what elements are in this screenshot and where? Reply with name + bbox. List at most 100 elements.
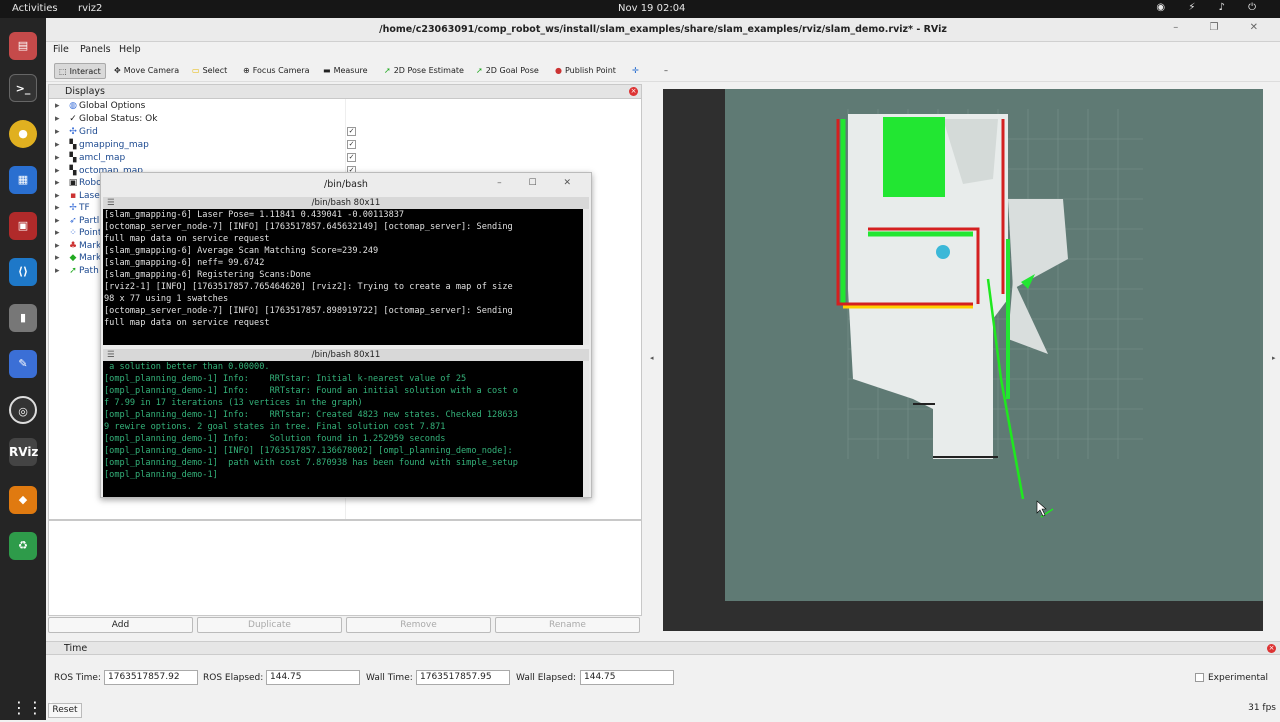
display-item-global-options[interactable]: ▸ ◍ Global Options bbox=[55, 101, 145, 113]
move-camera-tool[interactable]: ✥ Move Camera bbox=[110, 63, 183, 79]
viewport-border bbox=[663, 601, 1263, 631]
path-icon: ➚ bbox=[69, 266, 77, 276]
grid-icon: ✣ bbox=[69, 127, 77, 137]
display-item-laser[interactable]: ▸ ▪ Laser bbox=[55, 191, 103, 203]
rename-display-button[interactable]: Rename bbox=[495, 617, 640, 633]
close-icon[interactable]: × bbox=[629, 87, 638, 96]
tool-bar: ⬚ Interact ✥ Move Camera ▭ Select ⊕ Focus Ca… bbox=[46, 60, 1280, 82]
pane-header: ☰/bin/bash 80x11 bbox=[103, 197, 589, 209]
time-panel-header: Time × bbox=[46, 641, 1280, 655]
terminal-output: a solution better than 0.00000. [ompl_pl… bbox=[104, 362, 518, 480]
trash-icon[interactable]: ♻ bbox=[9, 532, 37, 560]
collapse-right-icon[interactable]: ▸ bbox=[1272, 354, 1276, 362]
terminal-pane-bottom[interactable]: ☰/bin/bash 80x11 a solution better than … bbox=[103, 349, 589, 497]
files-icon[interactable]: ▤ bbox=[9, 32, 37, 60]
text-editor-icon[interactable]: ✎ bbox=[9, 350, 37, 378]
goal-arrow-icon: ➚ bbox=[476, 66, 483, 75]
clock[interactable]: Nov 19 02:04 bbox=[618, 3, 685, 14]
display-item-global-status[interactable]: ▸ ✓ Global Status: Ok bbox=[55, 114, 157, 126]
display-item-point[interactable]: ▸ ⁘ Point bbox=[55, 228, 101, 240]
display-item-gmapping-map[interactable]: ▸ ▚ gmapping_map bbox=[55, 140, 149, 152]
remove-tool-icon[interactable]: – bbox=[660, 63, 672, 79]
rviz-icon[interactable]: RViz bbox=[9, 438, 38, 466]
reset-button[interactable]: Reset bbox=[48, 703, 82, 718]
display-item-marker-2[interactable]: ▸ ◆ Mark bbox=[55, 253, 101, 265]
wall-elapsed-field[interactable]: 144.75 bbox=[580, 670, 674, 685]
terminal-pane-top[interactable]: ☰/bin/bash 80x11 [slam_gmapping-6] Laser… bbox=[103, 197, 589, 345]
point-icon: ⁘ bbox=[69, 228, 77, 238]
map-icon: ▚ bbox=[69, 166, 77, 176]
pane-menu-icon[interactable]: ☰ bbox=[107, 197, 115, 209]
goal-pose-tool[interactable]: ➚ 2D Goal Pose bbox=[472, 63, 543, 79]
occupied-block bbox=[883, 117, 945, 197]
terminal-window-controls[interactable]: – ☐ ✕ bbox=[497, 178, 583, 188]
interact-tool[interactable]: ⬚ Interact bbox=[54, 63, 106, 79]
publish-point-tool[interactable]: ● Publish Point bbox=[551, 63, 620, 79]
show-apps-icon[interactable]: ⋮⋮⋮ bbox=[11, 698, 59, 722]
window-controls[interactable]: – ❐ ✕ bbox=[1173, 22, 1272, 33]
display-item-tf[interactable]: ▸ ✢ TF bbox=[55, 203, 90, 215]
ros-time-field[interactable]: 1763517857.92 bbox=[104, 670, 198, 685]
layers-app-icon[interactable]: ◆ bbox=[9, 486, 37, 514]
writer-icon[interactable]: ▦ bbox=[9, 166, 37, 194]
select-icon: ▭ bbox=[192, 66, 200, 75]
display-item-robot-model[interactable]: ▸ ▣ Robo bbox=[55, 178, 102, 190]
pane-menu-icon[interactable]: ☰ bbox=[107, 349, 115, 361]
active-app-menu[interactable]: rviz2 bbox=[78, 3, 102, 14]
terminal-output: [slam_gmapping-6] Laser Pose= 1.11841 0.… bbox=[104, 210, 513, 328]
terminal-scrollbar[interactable] bbox=[583, 209, 589, 345]
marker-icon: ◆ bbox=[69, 253, 77, 263]
robot-icon: ▣ bbox=[68, 178, 78, 188]
close-icon[interactable]: × bbox=[1267, 644, 1276, 653]
system-tray[interactable]: ◉ ⚡ ♪ ⏻ bbox=[1156, 2, 1266, 13]
amcl-map-checkbox[interactable]: ✓ bbox=[347, 153, 356, 162]
vscode-icon[interactable]: ⟨⟩ bbox=[9, 258, 37, 286]
render-viewport[interactable] bbox=[663, 89, 1263, 631]
duplicate-display-button[interactable]: Duplicate bbox=[197, 617, 342, 633]
display-item-particles[interactable]: ▸ ➶ Partl bbox=[55, 216, 99, 228]
tf-icon: ✢ bbox=[69, 203, 77, 213]
usb-drive-icon[interactable]: ▮ bbox=[9, 304, 37, 332]
ros-elapsed-label: ROS Elapsed: bbox=[203, 673, 264, 683]
displays-header: Displays × bbox=[49, 85, 641, 99]
gmapping-map-checkbox[interactable]: ✓ bbox=[347, 140, 356, 149]
wall-time-field[interactable]: 1763517857.95 bbox=[416, 670, 510, 685]
experimental-label: Experimental bbox=[1208, 673, 1269, 683]
pose-estimate-tool[interactable]: ➚ 2D Pose Estimate bbox=[380, 63, 468, 79]
collapse-left-icon[interactable]: ◂ bbox=[650, 354, 654, 362]
time-panel-title: Time bbox=[64, 643, 88, 654]
app-icon[interactable]: ▣ bbox=[9, 212, 37, 240]
focus-camera-tool[interactable]: ⊕ Focus Camera bbox=[239, 63, 314, 79]
wall-elapsed-label: Wall Elapsed: bbox=[516, 673, 577, 683]
menu-help[interactable]: Help bbox=[119, 44, 141, 55]
add-tool-icon[interactable]: ✛ bbox=[628, 63, 643, 79]
activities-button[interactable]: Activities bbox=[12, 3, 58, 14]
display-item-grid[interactable]: ▸ ✣ Grid bbox=[55, 127, 98, 139]
terminal-scrollbar[interactable] bbox=[583, 361, 589, 497]
menu-file[interactable]: File bbox=[53, 44, 69, 55]
focus-icon: ⊕ bbox=[243, 66, 250, 75]
display-item-amcl-map[interactable]: ▸ ▚ amcl_map bbox=[55, 153, 125, 165]
pane-header: ☰/bin/bash 80x11 bbox=[103, 349, 589, 361]
menu-panels[interactable]: Panels bbox=[80, 44, 111, 55]
display-item-marker-1[interactable]: ▸ ♣ Mark bbox=[55, 241, 101, 253]
chrome-icon[interactable]: ● bbox=[9, 120, 37, 148]
display-item-path[interactable]: ▸ ➚ Path bbox=[55, 266, 99, 278]
wall-time-label: Wall Time: bbox=[366, 673, 413, 683]
remove-display-button[interactable]: Remove bbox=[346, 617, 491, 633]
ros-elapsed-field[interactable]: 144.75 bbox=[266, 670, 360, 685]
pose-arrow-icon: ➚ bbox=[384, 66, 391, 75]
add-display-button[interactable]: Add bbox=[48, 617, 193, 633]
map-render bbox=[663, 89, 1263, 631]
experimental-checkbox[interactable] bbox=[1195, 673, 1204, 682]
obs-icon[interactable]: ◎ bbox=[9, 396, 37, 424]
grid-checkbox[interactable]: ✓ bbox=[347, 127, 356, 136]
select-tool[interactable]: ▭ Select bbox=[188, 63, 231, 79]
measure-tool[interactable]: ▬ Measure bbox=[319, 63, 372, 79]
map-icon: ▚ bbox=[69, 153, 77, 163]
displays-title: Displays bbox=[65, 86, 105, 97]
terminal-window[interactable]: /bin/bash – ☐ ✕ ☰/bin/bash 80x11 [slam_g… bbox=[100, 172, 592, 498]
terminal-icon[interactable]: >_ bbox=[9, 74, 37, 102]
marker-icon: ♣ bbox=[68, 241, 78, 251]
window-title-bar: /home/c23063091/comp_robot_ws/install/sl… bbox=[46, 18, 1280, 42]
